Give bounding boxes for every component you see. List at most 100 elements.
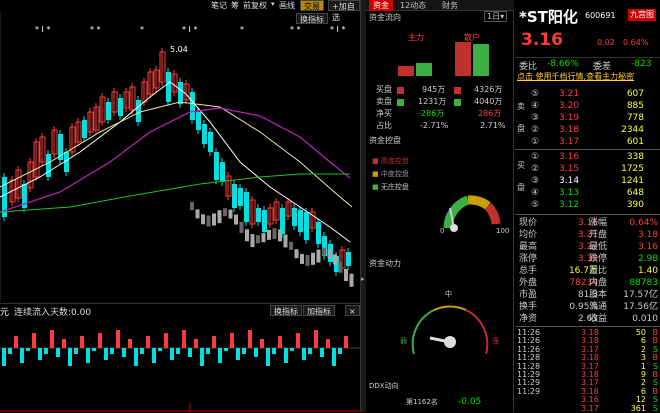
- power-strong-label: 强: [492, 337, 499, 345]
- stats-row: 最高 3.27 最低 3.16: [515, 241, 660, 253]
- flow-retail: 4040万: [474, 97, 503, 106]
- control-title: 资金控盘: [369, 136, 401, 145]
- signal-marker: * I *: [35, 25, 50, 34]
- level-volume: 778: [626, 113, 644, 123]
- stock-name: *ST阳化: [519, 8, 578, 26]
- nine-grid-button[interactable]: 九宫图: [628, 9, 656, 21]
- green-square-icon: [454, 99, 461, 106]
- main-buy-bar: [398, 66, 414, 76]
- power-gauge: [411, 305, 489, 355]
- kline-chart[interactable]: * I * * * * * I * * * * * I *: [0, 12, 360, 302]
- tick-row: 3.17 361 S: [515, 404, 660, 413]
- draw-line-button[interactable]: 画线: [276, 0, 298, 11]
- tab-news[interactable]: 12动态: [396, 0, 430, 11]
- stock-code: 600691: [585, 11, 616, 20]
- level-volume: 390: [626, 200, 644, 210]
- yellow-dot-icon: ■: [372, 170, 379, 178]
- add-watchlist-button[interactable]: +加自选: [328, 0, 360, 22]
- flow-label: 卖盘: [376, 97, 392, 106]
- flow-row-sell: 卖盘 1231万 4040万: [366, 96, 511, 108]
- current-price: 3.16: [521, 30, 563, 50]
- legend-label: 高度控盘: [380, 157, 409, 165]
- stat-label: 收益: [589, 314, 608, 324]
- level-index: ④: [531, 101, 540, 111]
- note-button[interactable]: 笔记: [208, 0, 230, 11]
- dropdown-icon: ▾: [271, 0, 275, 8]
- order-book-row[interactable]: ③ 3.14 1241: [515, 175, 660, 187]
- order-book-row[interactable]: ② 3.18 2344: [515, 124, 660, 136]
- indicator-header: 元 连续流入天数:0.00 换指标 加指标 ×: [0, 303, 360, 318]
- quote-panel: *ST阳化 600691 九宫图 3.16 0.02 0.64% 委比 -8.6…: [515, 0, 660, 413]
- flow-retail: 2.71%: [480, 121, 506, 130]
- flow-row-net: 净买 -286万 286万: [366, 108, 511, 120]
- trade-button[interactable]: 交易: [300, 0, 324, 11]
- stats-row: 涨停 3.30 跌停 2.98: [515, 253, 660, 265]
- retail-sell-bar: [473, 44, 489, 76]
- stats-row: 换手 0.95% 流通 17.56亿: [515, 301, 660, 313]
- flow-label: 净买: [376, 109, 392, 118]
- level-price: 3.13: [559, 188, 580, 198]
- order-book-row[interactable]: ⑤ 3.21 607: [515, 88, 660, 100]
- tick-list[interactable]: 11:26 3.18 50 B 11:26 3.18 6 B 11:26 3.17 2 S 11:28 3…: [515, 326, 660, 413]
- stat-label: 涨停: [519, 254, 538, 264]
- order-book-row[interactable]: ③ 3.19 778: [515, 112, 660, 124]
- level-volume: 1725: [621, 164, 644, 174]
- level-index: ①: [531, 137, 540, 147]
- level-index: ⑤: [531, 200, 540, 210]
- control-legend: ■ 高度控盘 ■ 中度控盘 ■ 无庄控盘: [372, 155, 409, 194]
- promo-link[interactable]: 点击 使用千档行情,查看主力秘密: [517, 71, 660, 82]
- tick-volume: 361: [630, 403, 646, 413]
- flow-row-ratio: 占比 -2.71% 2.71%: [366, 120, 511, 132]
- flow-main: -286万: [418, 109, 445, 118]
- power-mid-label: 中: [445, 290, 452, 298]
- weibi-value: -8.66%: [547, 59, 579, 69]
- stat-label: 量比: [589, 266, 608, 276]
- adjust-button[interactable]: 前复权: [240, 0, 270, 11]
- kline-panel[interactable]: 笔记 筹 前复权 ▾ 画线 交易 +加自选 换指标 * I * * * * * I *…: [0, 0, 360, 412]
- ddx-title: DDX动向: [369, 382, 399, 390]
- indicator-chart[interactable]: [0, 315, 360, 412]
- stat-label: 流通: [589, 302, 608, 312]
- order-book-row[interactable]: ④ 3.20 885: [515, 100, 660, 112]
- stats-row: 总手 16.7万 量比 1.40: [515, 265, 660, 277]
- stats-table: 现价 3.16 涨幅 0.64% 均价 3.21 开盘 3.18 最高 3.27 最低 3.16 涨停 3…: [515, 214, 660, 324]
- legend-label: 无庄控盘: [380, 183, 409, 191]
- stat-label: 外盘: [519, 278, 538, 288]
- weibi-row: 委比 -8.66% 委差 -823: [515, 57, 660, 72]
- level-index: ②: [531, 125, 540, 135]
- flow-main: 1231万: [418, 97, 447, 106]
- period-select[interactable]: 1日▾: [484, 11, 508, 22]
- order-book-row[interactable]: ② 3.15 1725: [515, 163, 660, 175]
- level-index: ③: [531, 113, 540, 123]
- tab-capital[interactable]: 资金: [369, 0, 393, 11]
- tab-finance[interactable]: 财务: [438, 0, 462, 11]
- flow-label: 占比: [376, 121, 392, 130]
- tick-side: S: [652, 403, 658, 413]
- green-dot-icon: ■: [372, 183, 379, 191]
- level-volume: 885: [626, 101, 644, 111]
- order-book-row[interactable]: ① 3.16 338: [515, 151, 660, 163]
- level-price: 3.14: [559, 176, 580, 186]
- level-volume: 338: [626, 152, 644, 162]
- order-book: ⑤ 3.21 607 ④ 3.20 885 ③ 3.19 778 ② 3.18 2344 ① 3.17 60…: [515, 88, 660, 214]
- power-title: 资金动力: [369, 259, 401, 268]
- level-index: ③: [531, 176, 540, 186]
- capital-panel: 资金 12动态 财务 资金流向 1日▾ 主力 散户 买盘 945万 4326万 卖盘…: [366, 0, 514, 412]
- plus-icon: +: [332, 2, 339, 11]
- signal-marker: * *: [90, 25, 101, 34]
- ddx-value: -0.05: [458, 397, 482, 407]
- order-book-row[interactable]: ④ 3.13 648: [515, 187, 660, 199]
- level-price: 3.19: [559, 113, 580, 123]
- level-volume: 648: [626, 188, 644, 198]
- order-book-row[interactable]: ① 3.17 601: [515, 136, 660, 148]
- stat-label: 净资: [519, 314, 538, 324]
- stat-label: 最低: [589, 242, 608, 252]
- signal-marker: * I *: [330, 25, 345, 34]
- collapse-arrow-icon[interactable]: ▸: [361, 275, 365, 283]
- gauge1-max: 100: [496, 227, 510, 235]
- high-price-label: 5.04: [170, 45, 188, 54]
- flow-title: 资金流向: [369, 13, 401, 22]
- order-book-row[interactable]: ⑤ 3.12 390: [515, 199, 660, 211]
- dropdown-icon: ▾: [500, 12, 505, 21]
- stat-label: 股本: [589, 290, 608, 300]
